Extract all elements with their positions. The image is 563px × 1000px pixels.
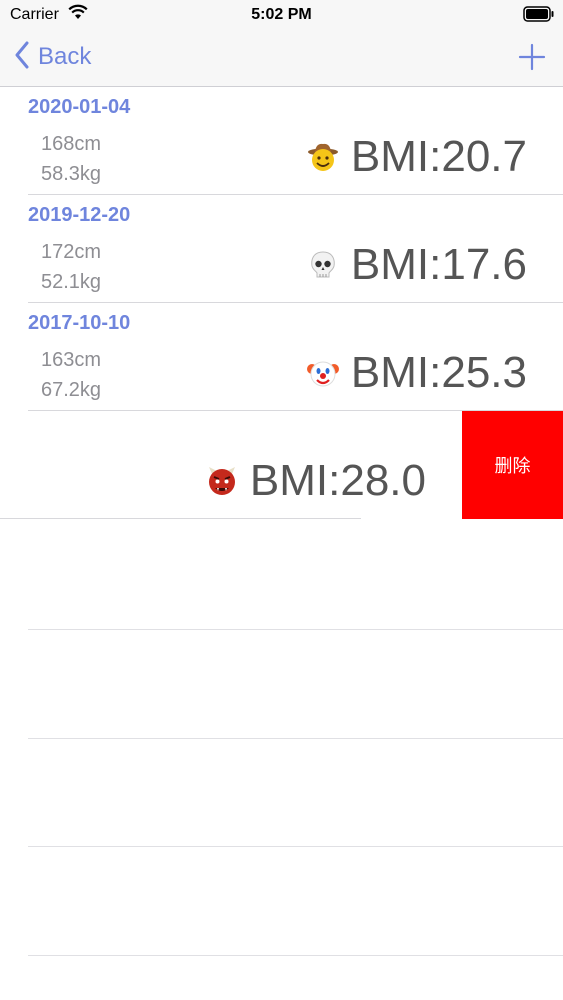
skull-icon bbox=[307, 249, 339, 281]
list-item[interactable]: 2020-01-04 168cm 58.3kg BMI:20.7 bbox=[0, 87, 563, 195]
status-time: 5:02 PM bbox=[251, 6, 312, 23]
back-label: Back bbox=[38, 43, 92, 70]
cowboy-face-icon bbox=[307, 141, 339, 173]
record-date: 2020-01-04 bbox=[28, 96, 131, 118]
list-item[interactable]: 2017-10-10 163cm 67.2kg BMI:25.3 bbox=[0, 303, 563, 411]
clown-face-icon bbox=[307, 357, 339, 389]
record-weight: 67.2kg bbox=[41, 379, 102, 401]
record-height: 163cm bbox=[41, 349, 102, 371]
empty-row-divider bbox=[28, 955, 563, 956]
record-content: 2-04 m g BMI:28.0 bbox=[0, 411, 462, 519]
plus-icon bbox=[518, 43, 546, 71]
record-height: 172cm bbox=[41, 241, 102, 263]
record-content: 2017-10-10 163cm 67.2kg BMI:25.3 bbox=[0, 303, 563, 411]
navigation-bar: Back bbox=[0, 30, 563, 87]
record-weight: 52.1kg bbox=[41, 271, 102, 293]
record-bmi: BMI:20.7 bbox=[350, 132, 527, 181]
chevron-left-icon bbox=[14, 41, 30, 74]
row-divider bbox=[0, 518, 361, 519]
record-date: 2017-10-10 bbox=[28, 312, 131, 334]
back-button[interactable]: Back bbox=[14, 40, 91, 74]
record-bmi: BMI:28.0 bbox=[249, 456, 426, 505]
battery-icon bbox=[523, 6, 555, 27]
record-date: 2019-12-20 bbox=[28, 204, 131, 226]
record-content: 2020-01-04 168cm 58.3kg BMI:20.7 bbox=[0, 87, 563, 195]
record-content: 2019-12-20 172cm 52.1kg BMI:17.6 bbox=[0, 195, 563, 303]
record-bmi: BMI:25.3 bbox=[350, 348, 527, 397]
delete-button[interactable]: 删除 bbox=[462, 411, 563, 519]
ogre-icon bbox=[206, 465, 238, 497]
record-bmi: BMI:17.6 bbox=[350, 240, 527, 289]
empty-row-divider bbox=[28, 629, 563, 630]
list-item-swiped[interactable]: 2-04 m g BMI:28.0 删除 bbox=[0, 411, 563, 519]
record-height: 168cm bbox=[41, 133, 102, 155]
status-bar: Carrier 5:02 PM bbox=[0, 0, 563, 30]
empty-row-divider bbox=[28, 846, 563, 847]
empty-row-divider bbox=[28, 738, 563, 739]
list-item[interactable]: 2019-12-20 172cm 52.1kg BMI:17.6 bbox=[0, 195, 563, 303]
add-button[interactable] bbox=[517, 42, 547, 72]
record-weight: 58.3kg bbox=[41, 163, 102, 185]
